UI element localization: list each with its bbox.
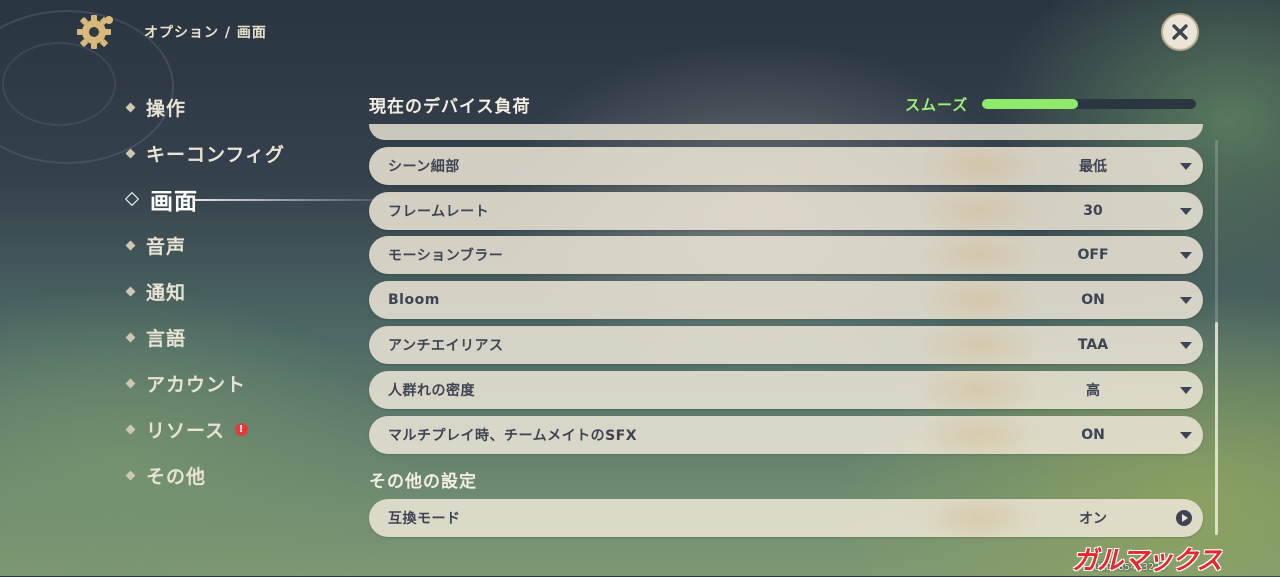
setting-value: オン — [1079, 511, 1107, 527]
sidebar-item-label: 音声 — [146, 235, 187, 258]
sidebar-item-label: 画面 — [150, 189, 198, 215]
chevron-down-icon — [1180, 208, 1192, 215]
gear-icon — [77, 15, 113, 49]
chevron-down-icon — [1180, 252, 1192, 259]
setting-label: マルチプレイ時、チームメイトのSFX — [388, 428, 638, 444]
sidebar-item-label: 通知 — [146, 281, 187, 304]
chevron-down-icon — [1180, 297, 1192, 304]
setting-value: 30 — [1083, 203, 1103, 219]
device-load-fill — [982, 99, 1079, 109]
breadcrumb: オプション / 画面 — [144, 25, 267, 41]
sidebar-item-label: キーコンフィグ — [146, 143, 286, 166]
diamond-icon — [125, 470, 136, 480]
section-title-other-settings: その他の設定 — [369, 472, 477, 492]
sidebar-item-label: アカウント — [146, 373, 247, 396]
sidebar-item-label: リソース — [146, 419, 226, 442]
scrollbar-thumb[interactable] — [1215, 322, 1218, 535]
diamond-icon — [125, 102, 136, 112]
header: オプション / 画面 — [76, 12, 267, 52]
setting-row-coop-teammate-sfx[interactable]: マルチプレイ時、チームメイトのSFX ON — [369, 416, 1203, 454]
sidebar-item-language[interactable]: 言語 — [124, 314, 285, 360]
diamond-icon — [125, 286, 136, 296]
setting-value: ON — [1081, 292, 1105, 308]
diamond-icon — [124, 191, 140, 207]
setting-row-bloom[interactable]: Bloom ON — [369, 281, 1203, 319]
arrow-right-icon — [1176, 510, 1192, 526]
setting-row-frame-rate[interactable]: フレームレート 30 — [369, 192, 1203, 230]
sidebar-item-resources[interactable]: リソース ! — [124, 406, 285, 452]
sidebar-item-label: 操作 — [146, 97, 187, 120]
sidebar-item-graphics[interactable]: 画面 — [124, 176, 405, 222]
setting-label: シーン細部 — [388, 159, 460, 175]
setting-row-anti-aliasing[interactable]: アンチエイリアス TAA — [369, 326, 1203, 364]
diamond-icon — [125, 424, 136, 434]
setting-value: 高 — [1086, 383, 1100, 399]
close-icon — [1172, 24, 1188, 40]
setting-value: TAA — [1077, 337, 1109, 353]
sidebar-item-label: その他 — [146, 465, 207, 488]
scrollbar[interactable] — [1215, 140, 1218, 535]
setting-label: 人群れの密度 — [388, 383, 475, 399]
diamond-icon — [125, 332, 136, 342]
diamond-icon — [125, 148, 136, 158]
sidebar-item-key-config[interactable]: キーコンフィグ — [124, 130, 285, 176]
chevron-down-icon — [1180, 387, 1192, 394]
sidebar-item-notifications[interactable]: 通知 — [124, 268, 285, 314]
setting-row-compatibility-mode[interactable]: 互換モード オン — [369, 499, 1203, 537]
setting-label: フレームレート — [388, 204, 490, 220]
setting-label: 互換モード — [388, 511, 461, 527]
close-button[interactable] — [1161, 13, 1199, 51]
diamond-icon — [125, 240, 136, 250]
setting-label: アンチエイリアス — [388, 338, 504, 354]
device-load-bar — [982, 99, 1196, 109]
sidebar-item-audio[interactable]: 音声 — [124, 222, 285, 268]
setting-label: モーションブラー — [388, 248, 504, 264]
device-load-status: スムーズ — [905, 96, 969, 114]
chevron-down-icon — [1180, 432, 1192, 439]
setting-value: ON — [1081, 427, 1105, 443]
chevron-down-icon — [1180, 163, 1192, 170]
sidebar: 操作 キーコンフィグ 画面 音声 通知 言語 アカウント リソース ! その他 — [124, 84, 405, 498]
setting-row-motion-blur[interactable]: モーションブラー OFF — [369, 236, 1203, 274]
setting-label: Bloom — [388, 292, 440, 308]
sidebar-item-controls[interactable]: 操作 — [124, 84, 285, 130]
alert-badge: ! — [235, 422, 249, 436]
watermark: ガルマックス — [1072, 546, 1222, 576]
setting-row-crowd-density[interactable]: 人群れの密度 高 — [369, 371, 1203, 409]
sidebar-item-label: 言語 — [146, 327, 187, 350]
chevron-down-icon — [1180, 342, 1192, 349]
setting-value: 最低 — [1079, 159, 1107, 175]
setting-row-scene-detail[interactable]: シーン細部 最低 — [369, 147, 1203, 185]
diamond-icon — [125, 378, 136, 388]
setting-value: OFF — [1077, 247, 1109, 263]
setting-row-partial[interactable] — [369, 124, 1203, 140]
device-load-title: 現在のデバイス負荷 — [369, 97, 531, 117]
sidebar-item-other[interactable]: その他 — [124, 452, 285, 498]
sidebar-item-account[interactable]: アカウント — [124, 360, 285, 406]
